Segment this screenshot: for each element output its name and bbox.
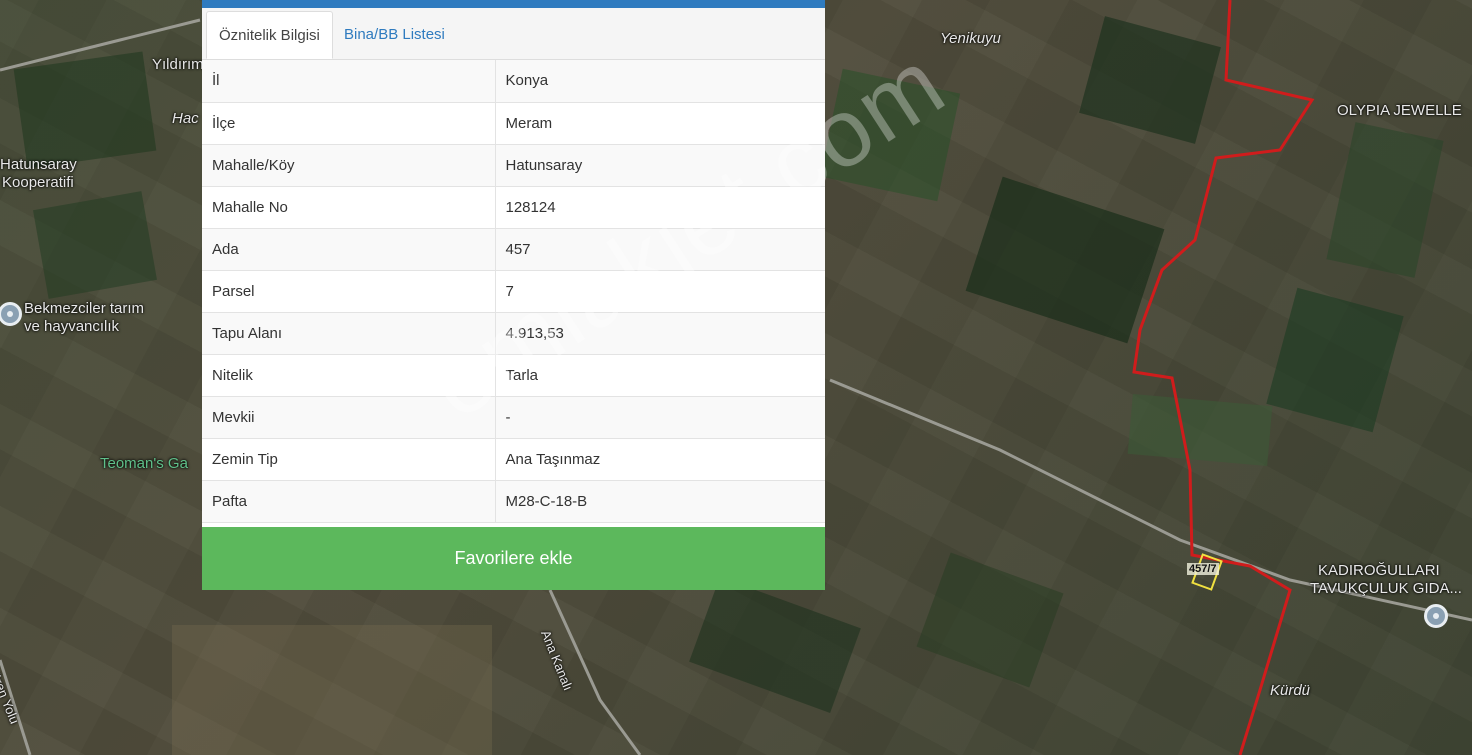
map-label-kadirogullari: KADIROĞULLARI [1318,562,1440,579]
attribute-key: Zemin Tip [202,438,496,481]
tab-building-list[interactable]: Bina/BB Listesi [332,11,457,59]
attribute-key: Mahalle/Köy [202,144,496,187]
attribute-value: 457 [495,228,825,271]
attribute-key: Tapu Alanı [202,312,496,355]
attribute-row: Mahalle No 128124 [202,186,825,229]
attribute-key: Mevkii [202,396,496,439]
attribute-value: 4.913,53 [495,312,825,355]
attribute-value: 7 [495,270,825,313]
tab-bar: Öznitelik Bilgisi Bina/BB Listesi [202,8,825,60]
parcel-boundary-line [1132,0,1315,755]
map-label-yildirim: Yıldırım [152,56,204,73]
map-label-kooperatifi: Kooperatifi [2,174,74,191]
map-label-hac: Hac [172,110,199,127]
attribute-key: İl [202,60,496,103]
map-label-kurdu: Kürdü [1270,682,1311,699]
map-label-olypia: OLYPIA JEWELLE [1337,102,1462,119]
map-label-yenikuyu: Yenikuyu [940,30,1001,47]
location-pin-icon[interactable] [1424,604,1448,628]
attribute-row: Tapu Alanı 4.913,53 [202,312,825,355]
attribute-value: M28-C-18-B [495,480,825,523]
attribute-value: Tarla [495,354,825,397]
attribute-row: Parsel 7 [202,270,825,313]
map-label-hayvancilik: ve hayvancılık [24,318,120,335]
attribute-value: Ana Taşınmaz [495,438,825,481]
attribute-key: Ada [202,228,496,271]
attribute-key: Parsel [202,270,496,313]
attribute-table: İl Konya İlçe Meram Mahalle/Köy Hatunsaray Mah… [202,60,825,523]
parcel-label: 457/7 [1187,563,1219,575]
map-label-hatunsaray: Hatunsaray [0,156,77,173]
attribute-value: Konya [495,60,825,103]
attribute-row: İl Konya [202,60,825,103]
attribute-value: 128124 [495,186,825,229]
panel-header-bar [202,0,825,8]
parcel-info-panel: Öznitelik Bilgisi Bina/BB Listesi İl Kony… [202,0,825,590]
attribute-row: Mahalle/Köy Hatunsaray [202,144,825,187]
attribute-key: Pafta [202,480,496,523]
attribute-value: Meram [495,102,825,145]
attribute-row: İlçe Meram [202,102,825,145]
add-to-favorites-button[interactable]: Favorilere ekle [202,527,825,590]
attribute-value: Hatunsaray [495,144,825,187]
attribute-key: İlçe [202,102,496,145]
attribute-row: Mevkii - [202,396,825,439]
attribute-row: Ada 457 [202,228,825,271]
tab-attribute-info[interactable]: Öznitelik Bilgisi [206,11,333,59]
attribute-key: Mahalle No [202,186,496,229]
attribute-key: Nitelik [202,354,496,397]
attribute-row: Zemin Tip Ana Taşınmaz [202,438,825,481]
attribute-value: - [495,396,825,439]
map-label-tavukculuk: TAVUKÇULUK GIDA... [1310,580,1462,597]
map-label-bekmezciler: Bekmezciler tarım [24,300,145,317]
attribute-row: Pafta M28-C-18-B [202,480,825,523]
attribute-row: Nitelik Tarla [202,354,825,397]
map-label-teomans: Teoman's Ga [100,455,188,472]
